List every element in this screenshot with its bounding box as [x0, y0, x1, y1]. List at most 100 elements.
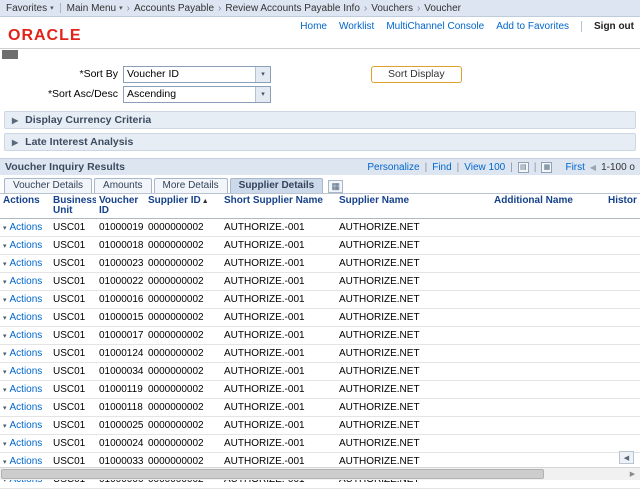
header-supplier-name[interactable]: Supplier Name — [336, 194, 491, 219]
cell-business-unit: USC01 — [50, 273, 96, 291]
actions-caret-icon: ▾ — [3, 278, 7, 286]
header-additional-name[interactable]: Additional Name — [491, 194, 605, 219]
table-row: ▾ActionsUSC01010000160000000002AUTHORIZE… — [0, 291, 640, 309]
cell-supplier-id: 0000000002 — [145, 255, 221, 273]
favorites-menu[interactable]: Favorites ▾ — [6, 3, 54, 14]
cell-voucher-id: 01000025 — [96, 417, 145, 435]
cell-supplier-name: AUTHORIZE.NET — [336, 255, 491, 273]
breadcrumb-item[interactable]: Review Accounts Payable Info — [225, 3, 360, 14]
table-row: ▾ActionsUSC01010001180000000002AUTHORIZE… — [0, 399, 640, 417]
header-business-unit[interactable]: Business Unit — [50, 194, 96, 219]
breadcrumb-chevron-icon: › — [127, 3, 130, 14]
tab-voucher-details[interactable]: Voucher Details — [4, 178, 92, 193]
header-short-supplier-name[interactable]: Short Supplier Name — [221, 194, 336, 219]
header-link[interactable]: Worklist — [339, 21, 374, 32]
grid-scroll-left-icon[interactable]: ◀ — [619, 451, 634, 464]
cell-short-supplier-name: AUTHORIZE.-001 — [221, 327, 336, 345]
row-actions-link[interactable]: ▾Actions — [3, 456, 42, 467]
cell-actions: ▾Actions — [0, 255, 50, 273]
cell-supplier-id: 0000000002 — [145, 309, 221, 327]
header-link[interactable]: Home — [300, 21, 327, 32]
cell-history — [605, 363, 640, 381]
section-label: Late Interest Analysis — [25, 136, 133, 148]
oracle-logo: ORACLE — [8, 27, 82, 45]
row-actions-link[interactable]: ▾Actions — [3, 384, 42, 395]
toolbar-separator: | — [534, 162, 537, 173]
horizontal-scrollbar[interactable]: ▶ — [0, 467, 640, 480]
tab-supplier-details[interactable]: Supplier Details — [230, 178, 324, 193]
row-actions-link[interactable]: ▾Actions — [3, 240, 42, 251]
cell-actions: ▾Actions — [0, 417, 50, 435]
sort-by-value: Voucher ID — [127, 68, 179, 80]
sort-display-button[interactable]: Sort Display — [371, 66, 462, 83]
row-actions-link[interactable]: ▾Actions — [3, 294, 42, 305]
cell-additional-name — [491, 435, 605, 453]
horizontal-scrollbar-thumb[interactable] — [1, 469, 544, 479]
find-link[interactable]: Find — [432, 162, 451, 173]
cell-supplier-name: AUTHORIZE.NET — [336, 273, 491, 291]
cell-supplier-id: 0000000002 — [145, 345, 221, 363]
header-links-divider — [581, 21, 582, 32]
header-link[interactable]: MultiChannel Console — [386, 21, 484, 32]
pager-first-link[interactable]: First — [565, 162, 584, 173]
cell-additional-name — [491, 255, 605, 273]
cell-actions: ▾Actions — [0, 309, 50, 327]
cell-supplier-name: AUTHORIZE.NET — [336, 399, 491, 417]
sign-out-link[interactable]: Sign out — [594, 21, 634, 32]
row-actions-link[interactable]: ▾Actions — [3, 258, 42, 269]
main-menu[interactable]: Main Menu ▾ — [67, 3, 123, 14]
cell-supplier-id: 0000000002 — [145, 381, 221, 399]
actions-caret-icon: ▾ — [3, 332, 7, 340]
show-all-columns-icon[interactable]: ▦ — [328, 180, 343, 193]
cell-voucher-id: 01000019 — [96, 219, 145, 237]
row-actions-link[interactable]: ▾Actions — [3, 366, 42, 377]
cell-short-supplier-name: AUTHORIZE.-001 — [221, 363, 336, 381]
zoom-grid-icon[interactable]: ▦ — [541, 162, 552, 173]
app-header: ORACLE Home Worklist MultiChannel Console A… — [0, 17, 640, 49]
row-actions-link[interactable]: ▾Actions — [3, 330, 42, 341]
row-actions-link[interactable]: ▾Actions — [3, 276, 42, 287]
select-arrow-icon: ▾ — [255, 87, 270, 102]
pager-previous-icon[interactable]: ◀ — [590, 163, 596, 172]
cell-voucher-id: 01000022 — [96, 273, 145, 291]
breadcrumb-item[interactable]: Accounts Payable — [134, 3, 214, 14]
actions-caret-icon: ▾ — [3, 242, 7, 250]
header-history[interactable]: Histor — [605, 194, 640, 219]
sort-by-select[interactable]: Voucher ID ▾ — [123, 66, 271, 83]
row-actions-link[interactable]: ▾Actions — [3, 348, 42, 359]
row-actions-link[interactable]: ▾Actions — [3, 420, 42, 431]
section-late-interest-analysis[interactable]: ▶ Late Interest Analysis — [4, 133, 636, 151]
header-actions[interactable]: Actions — [0, 194, 50, 219]
table-header-row: Actions Business Unit Voucher ID Supplie… — [0, 194, 640, 219]
cell-supplier-name: AUTHORIZE.NET — [336, 309, 491, 327]
actions-caret-icon: ▾ — [3, 368, 7, 376]
row-actions-link[interactable]: ▾Actions — [3, 438, 42, 449]
download-grid-icon[interactable]: ▤ — [518, 162, 529, 173]
cell-history — [605, 219, 640, 237]
breadcrumb-item[interactable]: Voucher — [424, 3, 461, 14]
row-actions-link[interactable]: ▾Actions — [3, 312, 42, 323]
header-voucher-id[interactable]: Voucher ID — [96, 194, 145, 219]
cell-supplier-id: 0000000002 — [145, 399, 221, 417]
cell-voucher-id: 01000015 — [96, 309, 145, 327]
cell-actions: ▾Actions — [0, 291, 50, 309]
cell-short-supplier-name: AUTHORIZE.-001 — [221, 381, 336, 399]
row-actions-link[interactable]: ▾Actions — [3, 402, 42, 413]
header-link[interactable]: Add to Favorites — [496, 21, 569, 32]
sort-ascdesc-select[interactable]: Ascending ▾ — [123, 86, 271, 103]
view-100-link[interactable]: View 100 — [464, 162, 505, 173]
cell-additional-name — [491, 381, 605, 399]
cell-supplier-name: AUTHORIZE.NET — [336, 237, 491, 255]
header-supplier-id[interactable]: Supplier ID▲ — [145, 194, 221, 219]
tab-more-details[interactable]: More Details — [154, 178, 228, 193]
row-actions-link[interactable]: ▾Actions — [3, 222, 42, 233]
cell-business-unit: USC01 — [50, 417, 96, 435]
voucher-table-body: ▾ActionsUSC01010000190000000002AUTHORIZE… — [0, 219, 640, 489]
tab-amounts[interactable]: Amounts — [94, 178, 151, 193]
scroll-right-arrow-icon[interactable]: ▶ — [626, 469, 639, 479]
cell-business-unit: USC01 — [50, 309, 96, 327]
breadcrumb-chevron-icon: › — [218, 3, 221, 14]
personalize-link[interactable]: Personalize — [367, 162, 419, 173]
section-display-currency-criteria[interactable]: ▶ Display Currency Criteria — [4, 111, 636, 129]
breadcrumb-item[interactable]: Vouchers — [371, 3, 413, 14]
